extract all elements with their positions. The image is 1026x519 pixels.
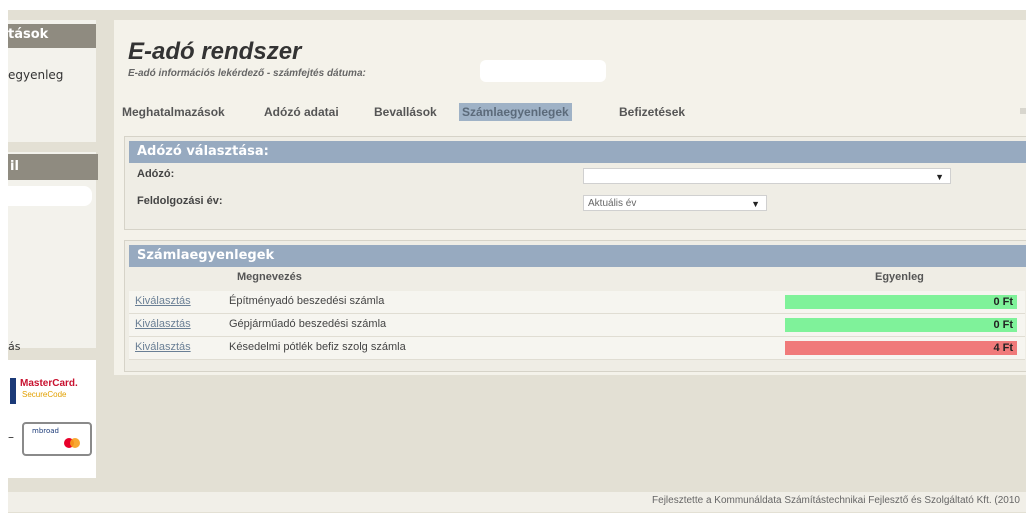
- sidebar-panel-middle: [8, 152, 96, 348]
- tab-authorizations[interactable]: Meghatalmazások: [122, 105, 225, 119]
- mastercard-title: MasterCard.: [20, 378, 78, 389]
- tab-account-balances[interactable]: Számlaegyenlegek: [459, 103, 572, 121]
- page-subtitle: E-adó információs lekérdező - számfejtés…: [128, 68, 366, 79]
- column-header-name: Megnevezés: [237, 271, 302, 283]
- column-header-balance: Egyenleg: [875, 271, 924, 283]
- table-row: Kiválasztás Gépjárműadó beszedési számla…: [129, 314, 1025, 337]
- tab-returns[interactable]: Bevallások: [374, 105, 437, 119]
- table-row: Kiválasztás Építményadó beszedési számla…: [129, 291, 1025, 314]
- payment-logos: MasterCard. SecureCode – mbroad: [8, 360, 96, 478]
- balances-panel-title: Számlaegyenlegek: [129, 245, 1026, 267]
- date-field: [480, 60, 606, 82]
- balance-value: 0 Ft: [993, 296, 1013, 308]
- payment-separator: –: [8, 430, 14, 444]
- taxpayer-label: Adózó:: [137, 168, 175, 180]
- sidebar-bottom-text: ás: [8, 340, 21, 353]
- balance-bar: 4 Ft: [785, 341, 1017, 355]
- chevron-down-icon: ▼: [935, 172, 944, 182]
- mastercard-securecode-logo: MasterCard. SecureCode: [10, 372, 92, 408]
- checkout-logo-text: mbroad: [32, 427, 60, 435]
- year-label: Feldolgozási év:: [137, 195, 223, 207]
- select-link[interactable]: Kiválasztás: [135, 341, 191, 353]
- mastercard-stripe: [10, 378, 16, 404]
- taxpayer-select[interactable]: ▼: [583, 168, 951, 184]
- page-footer: Fejlesztette a Kommunáldata Számítástech…: [8, 492, 1026, 512]
- account-name: Építményadó beszedési számla: [229, 295, 385, 307]
- sidebar-search-input[interactable]: [8, 186, 92, 206]
- table-row: Kiválasztás Késedelmi pótlék befiz szolg…: [129, 337, 1025, 360]
- taxpayer-panel: Adózó választása: Adózó: ▼ Feldolgozási …: [124, 136, 1026, 230]
- taxpayer-panel-title: Adózó választása:: [129, 141, 1026, 163]
- sidebar-item-balance[interactable]: egyenleg: [8, 68, 63, 82]
- mastercard-subtitle: SecureCode: [22, 390, 67, 399]
- sidebar-section-header: tások: [8, 24, 96, 48]
- chevron-down-icon: ▼: [751, 199, 760, 209]
- tab-taxpayer-data[interactable]: Adózó adatai: [264, 105, 339, 119]
- sidebar-section-title-2: il: [10, 159, 19, 174]
- sidebar-section-header-2: il: [8, 154, 98, 180]
- year-select[interactable]: Aktuális év ▼: [583, 195, 767, 211]
- footer-credit: Fejlesztette a Kommunáldata Számítástech…: [652, 495, 1020, 506]
- nav-scroll-handle[interactable]: [1020, 108, 1026, 114]
- main-content: E-adó rendszer E-adó információs lekérde…: [114, 20, 1026, 375]
- account-name: Gépjárműadó beszedési számla: [229, 318, 387, 330]
- card-circle-orange: [70, 438, 80, 448]
- app-frame: tások egyenleg il ás MasterCard. SecureC…: [8, 10, 1026, 513]
- balances-panel: Számlaegyenlegek Megnevezés Egyenleg Kiv…: [124, 240, 1026, 372]
- select-link[interactable]: Kiválasztás: [135, 295, 191, 307]
- select-link[interactable]: Kiválasztás: [135, 318, 191, 330]
- balance-bar: 0 Ft: [785, 318, 1017, 332]
- account-name: Késedelmi pótlék befiz szolg számla: [229, 341, 406, 353]
- checkout-card-logo: mbroad: [22, 422, 92, 456]
- sidebar-section-title: tások: [8, 27, 49, 42]
- year-select-value: Aktuális év: [588, 198, 637, 209]
- balance-value: 4 Ft: [993, 342, 1013, 354]
- page-title: E-adó rendszer: [128, 38, 302, 65]
- main-nav: Meghatalmazások Adózó adatai Bevallások …: [114, 102, 1026, 124]
- balance-bar: 0 Ft: [785, 295, 1017, 309]
- tab-payments[interactable]: Befizetések: [619, 105, 685, 119]
- balance-value: 0 Ft: [993, 319, 1013, 331]
